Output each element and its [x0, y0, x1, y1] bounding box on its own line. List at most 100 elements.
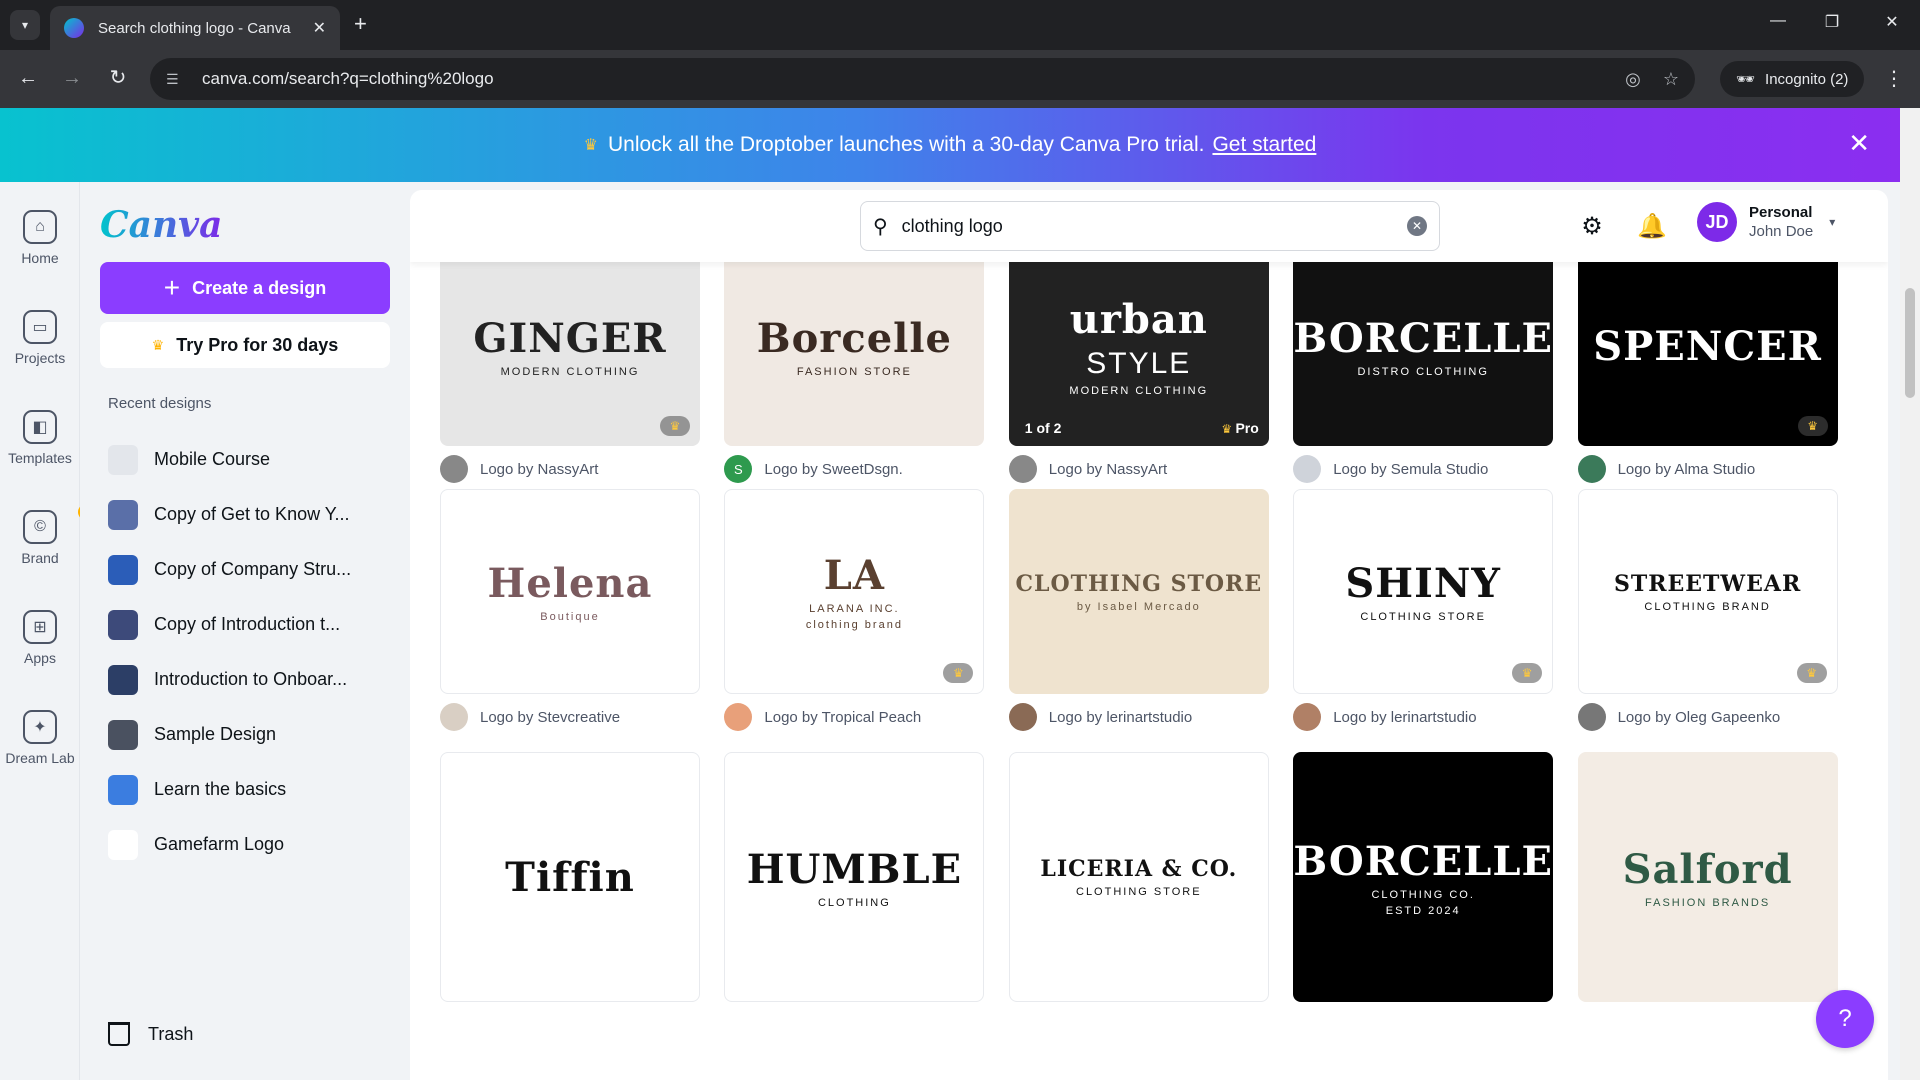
- creator-credit[interactable]: Logo by Tropical Peach: [724, 700, 984, 734]
- template-thumbnail[interactable]: SPENCER ♛: [1577, 246, 1838, 446]
- template-thumbnail[interactable]: Salford FASHION BRANDS: [1577, 752, 1838, 1002]
- recent-design-item[interactable]: Gamefarm Logo: [108, 817, 398, 872]
- template-thumbnail[interactable]: BORCELLE CLOTHING CO. ESTD 2024: [1293, 752, 1554, 1002]
- rail-item-home[interactable]: ⌂ Home: [0, 210, 80, 266]
- template-thumbnail[interactable]: STREETWEAR CLOTHING BRAND ♛: [1577, 489, 1838, 694]
- logo-artwork: Tiffin: [505, 854, 635, 901]
- template-thumbnail[interactable]: Helena Boutique: [440, 489, 700, 694]
- rail-item-templates[interactable]: ◧ Templates: [0, 410, 80, 466]
- template-card[interactable]: STREETWEAR CLOTHING BRAND ♛ Logo by Oleg Ga…: [1577, 489, 1838, 731]
- creator-credit[interactable]: Logo by Semula Studio: [1293, 452, 1553, 486]
- minimize-icon[interactable]: —: [1766, 12, 1790, 30]
- canva-app: ⌂ Home ▭ Projects ◧ Templates ©♛ Brand ⊞…: [0, 182, 1900, 1080]
- template-thumbnail[interactable]: CLOTHING STORE by Isabel Mercado: [1008, 489, 1269, 694]
- back-icon[interactable]: ←: [14, 66, 42, 90]
- template-card[interactable]: GINGER MODERN CLOTHING ♛ Logo by NassyArt: [440, 246, 700, 483]
- incognito-indicator[interactable]: 🕶 Incognito (2): [1720, 61, 1865, 97]
- recent-design-item[interactable]: Sample Design: [108, 707, 398, 762]
- creator-credit[interactable]: Logo by Alma Studio: [1577, 452, 1838, 486]
- logo-title: SPENCER: [1593, 322, 1822, 370]
- recent-design-item[interactable]: Introduction to Onboar...: [108, 652, 398, 707]
- account-switcher[interactable]: JD Personal John Doe ▾: [1697, 202, 1835, 242]
- rail-item-projects[interactable]: ▭ Projects: [0, 310, 80, 366]
- banner-close-icon[interactable]: ✕: [1848, 130, 1870, 156]
- template-card[interactable]: BORCELLE CLOTHING CO. ESTD 2024: [1293, 752, 1554, 1002]
- template-card[interactable]: Borcelle FASHION STORE S Logo by SweetDsgn.: [724, 246, 985, 483]
- template-card[interactable]: urbanSTYLEMODERN CLOTHING♛ Pro1 of 2☆•••…: [1008, 246, 1269, 483]
- template-card[interactable]: Salford FASHION BRANDS: [1577, 752, 1838, 1002]
- search-icon: ⚲: [873, 215, 888, 238]
- notifications-bell-icon[interactable]: 🔔: [1637, 212, 1667, 241]
- design-thumbnail: [108, 499, 138, 530]
- close-tab-icon[interactable]: ✕: [313, 18, 326, 38]
- tracking-protection-icon[interactable]: ◎: [1625, 69, 1641, 90]
- logo-subtitle: STYLE: [1086, 346, 1192, 380]
- logo-subtitle: CLOTHING CO.: [1371, 888, 1475, 901]
- recent-design-item[interactable]: Copy of Company Stru...: [108, 542, 398, 597]
- template-card[interactable]: LA LARANA INC. clothing brand ♛ Logo by Trop…: [724, 489, 985, 731]
- creator-credit[interactable]: S Logo by SweetDsgn.: [724, 452, 984, 486]
- template-thumbnail[interactable]: HUMBLE CLOTHING: [724, 752, 985, 1002]
- new-tab-button[interactable]: +: [354, 12, 367, 36]
- template-thumbnail[interactable]: LICERIA & CO. CLOTHING STORE: [1008, 752, 1269, 1002]
- template-card[interactable]: SPENCER ♛ Logo by Alma Studio: [1577, 246, 1838, 483]
- logo-artwork: Borcelle FASHION STORE: [757, 315, 952, 378]
- recent-design-item[interactable]: Copy of Introduction t...: [108, 597, 398, 652]
- address-bar[interactable]: ☰ canva.com/search?q=clothing%20logo ◎ ☆: [150, 58, 1695, 100]
- template-thumbnail[interactable]: LA LARANA INC. clothing brand ♛: [724, 489, 985, 694]
- creator-credit[interactable]: Logo by NassyArt: [440, 452, 700, 486]
- template-thumbnail[interactable]: Borcelle FASHION STORE: [724, 246, 985, 446]
- logo-title: LA: [823, 552, 885, 599]
- canva-logo[interactable]: Canva: [100, 204, 222, 246]
- browser-tab[interactable]: Search clothing logo - Canva ✕: [50, 6, 340, 50]
- creator-name: Logo by lerinartstudio: [1333, 708, 1477, 726]
- creator-credit[interactable]: Logo by lerinartstudio: [1008, 700, 1269, 734]
- get-started-link[interactable]: Get started: [1212, 133, 1316, 157]
- template-card[interactable]: LICERIA & CO. CLOTHING STORE: [1008, 752, 1269, 1002]
- trash-button[interactable]: Trash: [108, 1022, 193, 1046]
- recent-design-item[interactable]: Mobile Course: [108, 432, 398, 487]
- creator-avatar: [1577, 455, 1606, 483]
- template-thumbnail[interactable]: urbanSTYLEMODERN CLOTHING♛ Pro1 of 2☆•••: [1008, 246, 1269, 446]
- template-thumbnail[interactable]: Tiffin: [440, 752, 700, 1002]
- rail-item-dream-lab[interactable]: ✦ Dream Lab: [0, 710, 80, 766]
- template-card[interactable]: HUMBLE CLOTHING: [724, 752, 985, 1002]
- settings-gear-icon[interactable]: ⚙: [1577, 212, 1607, 241]
- template-thumbnail[interactable]: GINGER MODERN CLOTHING ♛: [440, 246, 700, 446]
- creator-credit[interactable]: Logo by lerinartstudio: [1293, 700, 1553, 734]
- site-info-icon[interactable]: ☰: [166, 69, 186, 89]
- logo-artwork: BORCELLE CLOTHING CO. ESTD 2024: [1293, 838, 1553, 917]
- recent-designs-heading: Recent designs: [108, 395, 212, 412]
- browser-menu-icon[interactable]: ⋮: [1884, 66, 1904, 91]
- reload-icon[interactable]: ↻: [104, 66, 132, 90]
- recent-design-item[interactable]: Copy of Get to Know Y...: [108, 487, 398, 542]
- home-icon: ⌂: [23, 210, 57, 244]
- search-input[interactable]: ⚲ clothing logo ✕: [860, 201, 1440, 251]
- template-card[interactable]: Helena Boutique Logo by Stevcreative: [440, 489, 700, 731]
- template-thumbnail[interactable]: SHINY CLOTHING STORE ♛: [1293, 489, 1554, 694]
- template-card[interactable]: CLOTHING STORE by Isabel Mercado Logo by l…: [1008, 489, 1269, 731]
- creator-credit[interactable]: Logo by NassyArt: [1008, 452, 1269, 486]
- recent-design-item[interactable]: Learn the basics: [108, 762, 398, 817]
- bookmark-star-icon[interactable]: ☆: [1663, 69, 1679, 90]
- template-card[interactable]: Tiffin: [440, 752, 700, 1002]
- template-card[interactable]: SHINY CLOTHING STORE ♛ Logo by lerinartstud…: [1293, 489, 1554, 731]
- create-design-button[interactable]: + Create a design: [100, 262, 390, 314]
- forward-icon[interactable]: →: [58, 66, 86, 90]
- promo-banner: ♛ Unlock all the Droptober launches with…: [0, 108, 1900, 182]
- creator-credit[interactable]: Logo by Oleg Gapeenko: [1577, 700, 1838, 734]
- creator-credit[interactable]: Logo by Stevcreative: [440, 700, 700, 734]
- clear-search-icon[interactable]: ✕: [1407, 216, 1427, 236]
- help-button[interactable]: ?: [1816, 990, 1874, 1048]
- window-close-icon[interactable]: ✕: [1880, 12, 1904, 32]
- rail-item-apps[interactable]: ⊞ Apps: [0, 610, 80, 666]
- template-card[interactable]: BORCELLE DISTRO CLOTHING Logo by Semula St…: [1293, 246, 1554, 483]
- tab-search-button[interactable]: ▾: [10, 10, 40, 40]
- creator-name: Logo by NassyArt: [1048, 460, 1168, 478]
- template-thumbnail[interactable]: BORCELLE DISTRO CLOTHING: [1293, 246, 1554, 446]
- scrollbar-thumb[interactable]: [1905, 288, 1915, 398]
- try-pro-button[interactable]: ♛ Try Pro for 30 days: [100, 322, 390, 368]
- rail-item-brand[interactable]: ©♛ Brand: [0, 504, 94, 566]
- page-scrollbar[interactable]: [1900, 108, 1920, 1080]
- restore-icon[interactable]: ❐: [1820, 12, 1844, 32]
